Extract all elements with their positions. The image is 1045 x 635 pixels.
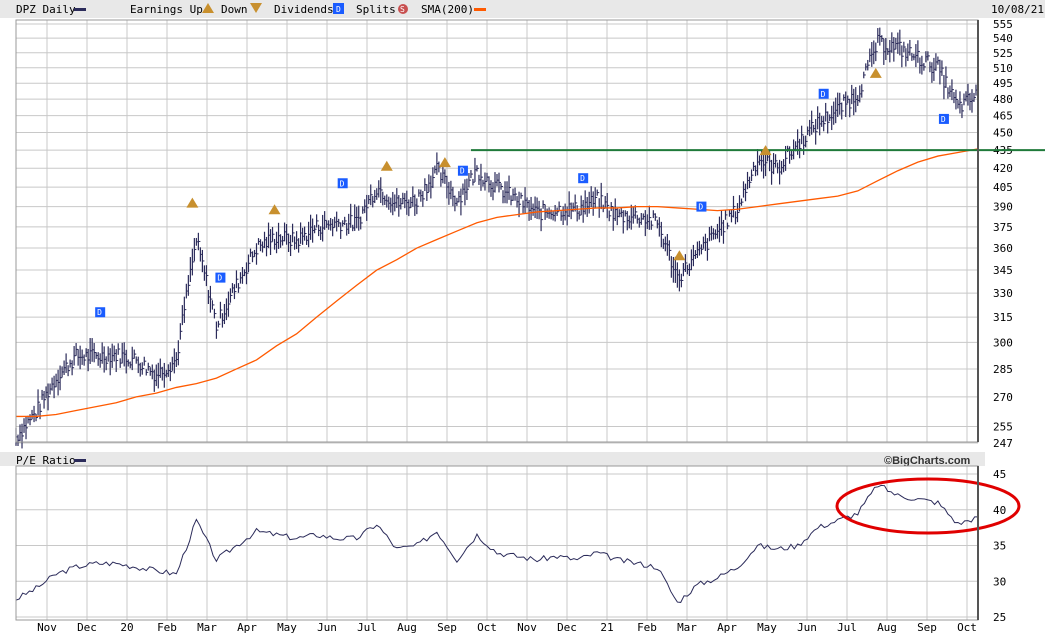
- pe-tick-label: 40: [993, 504, 1006, 517]
- price-bars: [15, 27, 978, 449]
- pe-tick-label: 45: [993, 468, 1006, 481]
- price-tick-label: 540: [993, 32, 1013, 45]
- price-tick-label: 375: [993, 221, 1013, 234]
- pe-tick-label: 25: [993, 611, 1006, 624]
- price-tick-label: 247: [993, 437, 1013, 450]
- price-tick-label: 420: [993, 162, 1013, 175]
- pe-tick-label: 35: [993, 540, 1006, 553]
- month-tick-label: Feb: [637, 621, 657, 634]
- split-icon-glyph: S: [400, 5, 405, 14]
- dividend-marker-glyph: D: [217, 274, 222, 283]
- price-tick-label: 300: [993, 336, 1013, 349]
- dividend-icon-glyph: D: [336, 5, 341, 14]
- month-tick-label: Mar: [197, 621, 217, 634]
- price-tick-label: 405: [993, 181, 1013, 194]
- month-tick-label: Sep: [437, 621, 457, 634]
- earnings-marker-icon: [268, 204, 281, 215]
- price-tick-label: 480: [993, 93, 1013, 106]
- price-tick-label: 390: [993, 201, 1013, 214]
- highlight-ellipse: [835, 477, 1021, 535]
- month-tick-label: Aug: [397, 621, 417, 634]
- month-tick-label: Apr: [717, 621, 737, 634]
- ticker-label: DPZ Daily: [16, 3, 76, 16]
- dividend-marker-glyph: D: [698, 203, 703, 212]
- pe-legend-swatch: [74, 459, 86, 462]
- price-tick-label: 255: [993, 421, 1013, 434]
- sma-legend: SMA(200): [421, 3, 474, 16]
- month-tick-label: Jul: [357, 621, 377, 634]
- pe-line: [15, 484, 979, 603]
- down-legend: Down: [221, 3, 248, 16]
- dividends-legend: Dividends: [274, 3, 334, 16]
- month-tick-label: Feb: [157, 621, 177, 634]
- dividend-marker-glyph: D: [941, 115, 946, 124]
- splits-legend: Splits: [356, 3, 396, 16]
- month-tick-label: Aug: [877, 621, 897, 634]
- price-y-axis: 5555405255104954804654504354204053903753…: [993, 18, 1013, 450]
- event-markers: D D D D D D D D: [95, 67, 949, 318]
- month-tick-label: Sep: [917, 621, 937, 634]
- earnings-marker-icon: [380, 160, 393, 171]
- month-tick-label: Nov: [37, 621, 57, 634]
- sma-legend-swatch: [474, 8, 486, 11]
- price-legend-swatch: [74, 8, 86, 11]
- dividend-marker-glyph: D: [340, 179, 345, 188]
- month-tick-label: 20: [120, 621, 133, 634]
- month-tick-label: Nov: [517, 621, 537, 634]
- price-tick-label: 525: [993, 47, 1013, 60]
- month-tick-label: Oct: [477, 621, 497, 634]
- month-tick-label: Dec: [557, 621, 577, 634]
- price-tick-label: 285: [993, 363, 1013, 376]
- earnings-marker-icon: [869, 67, 882, 78]
- month-tick-label: Mar: [677, 621, 697, 634]
- month-tick-label: Jul: [837, 621, 857, 634]
- pe-title: P/E Ratio: [16, 454, 76, 467]
- month-tick-label: Apr: [237, 621, 257, 634]
- price-tick-label: 450: [993, 127, 1013, 140]
- dividend-marker-glyph: D: [97, 308, 102, 317]
- month-tick-label: May: [757, 621, 777, 634]
- price-tick-label: 360: [993, 242, 1013, 255]
- pe-plot-frame: [15, 465, 979, 621]
- chart-date: 10/08/21: [991, 3, 1044, 16]
- dividend-marker-glyph: D: [580, 174, 585, 183]
- price-tick-label: 270: [993, 391, 1013, 404]
- price-tick-label: 315: [993, 311, 1013, 324]
- month-tick-label: 21: [600, 621, 613, 634]
- price-tick-label: 495: [993, 77, 1013, 90]
- month-tick-label: Oct: [957, 621, 977, 634]
- month-tick-label: May: [277, 621, 297, 634]
- bigcharts-brand: ©BigCharts.com: [884, 455, 971, 467]
- price-tick-label: 555: [993, 18, 1013, 31]
- dividend-marker-glyph: D: [460, 167, 465, 176]
- earnings-legend: Earnings Up: [130, 3, 203, 16]
- pe-tick-label: 30: [993, 575, 1006, 588]
- price-tick-label: 510: [993, 62, 1013, 75]
- chart-container: DPZ Daily Earnings Up Down Dividends D S…: [0, 0, 1045, 635]
- month-tick-label: Dec: [77, 621, 97, 634]
- price-tick-label: 465: [993, 110, 1013, 123]
- stock-chart: DPZ Daily Earnings Up Down Dividends D S…: [0, 0, 1045, 634]
- x-axis: Nov Dec 20 Feb Mar Apr May Jun Jul Aug Sep Oct Nov De…: [37, 621, 977, 634]
- earnings-marker-icon: [438, 157, 451, 168]
- price-tick-label: 330: [993, 287, 1013, 300]
- pe-legend-bar: [0, 452, 985, 466]
- earnings-marker-icon: [186, 197, 199, 208]
- dividend-marker-glyph: D: [821, 90, 826, 99]
- earnings-marker-icon: [673, 250, 686, 261]
- price-tick-label: 345: [993, 264, 1013, 277]
- month-tick-label: Jun: [797, 621, 817, 634]
- month-tick-label: Jun: [317, 621, 337, 634]
